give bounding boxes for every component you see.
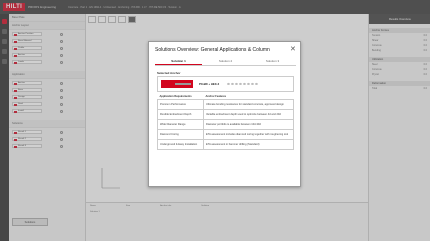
requirement-cell: Underground & Easy Installation	[157, 139, 204, 150]
anchor-product-image	[161, 80, 193, 88]
solution-tabs: Solution 1 Solution 2 Solution 3	[155, 57, 296, 66]
feature-cell: ETA assessment in hammer drilling (Stand…	[203, 139, 294, 150]
feature-icon: ⚙	[243, 81, 246, 86]
table-row: Premium Performance Ultimate bonding res…	[157, 99, 294, 110]
dialog-title: Solutions Overview: General Applications…	[155, 47, 270, 53]
tab-solution-3[interactable]: Solution 3	[249, 57, 296, 65]
feature-icon: ⚙	[239, 81, 242, 86]
feature-icon: ⚙	[247, 81, 250, 86]
selected-anchor-card[interactable]: PX-BD + HEX-2 ⚙ ⚙ ⚙ ⚙ ⚙ ⚙ ⚙ ⚙	[157, 76, 294, 92]
feature-icon: ⚙	[231, 81, 234, 86]
close-icon[interactable]: ✕	[290, 45, 296, 53]
feature-cell: ETA assessment includes diamond coring t…	[203, 129, 294, 140]
tab-solution-1[interactable]: Solution 1	[155, 57, 202, 65]
solutions-overview-dialog: Solutions Overview: General Applications…	[148, 41, 301, 187]
table-row: Diamond Coring ETA assessment includes d…	[157, 129, 294, 140]
table-row: Flexible Embedment Depth Variable embedm…	[157, 109, 294, 120]
feature-cell: Ultimate bonding resistance for standard…	[203, 99, 294, 110]
tab-solution-2[interactable]: Solution 2	[202, 57, 249, 65]
requirements-table: Application Requirements Anchor Features…	[157, 94, 294, 150]
feature-icon: ⚙	[255, 81, 258, 86]
requirement-cell: Wide Diameter Range	[157, 119, 204, 130]
anchor-feature-icons: ⚙ ⚙ ⚙ ⚙ ⚙ ⚙ ⚙ ⚙	[227, 81, 261, 86]
anchor-name: PX-BD + HEX-2	[199, 82, 220, 86]
feature-icon: ⚙	[235, 81, 238, 86]
feature-cell: Variable embedment depth used to optimiz…	[203, 109, 294, 120]
requirement-cell: Diamond Coring	[157, 129, 204, 140]
feature-cell: Diameter portfolio is available between …	[203, 119, 294, 130]
feature-icon: ⚙	[251, 81, 254, 86]
selected-anchor-label: Selected Anchor	[157, 71, 181, 75]
table-row: Wide Diameter Range Diameter portfolio i…	[157, 119, 294, 130]
table-row: Underground & Easy Installation ETA asse…	[157, 139, 294, 150]
requirement-cell: Flexible Embedment Depth	[157, 109, 204, 120]
feature-icon: ⚙	[227, 81, 230, 86]
requirement-cell: Premium Performance	[157, 99, 204, 110]
